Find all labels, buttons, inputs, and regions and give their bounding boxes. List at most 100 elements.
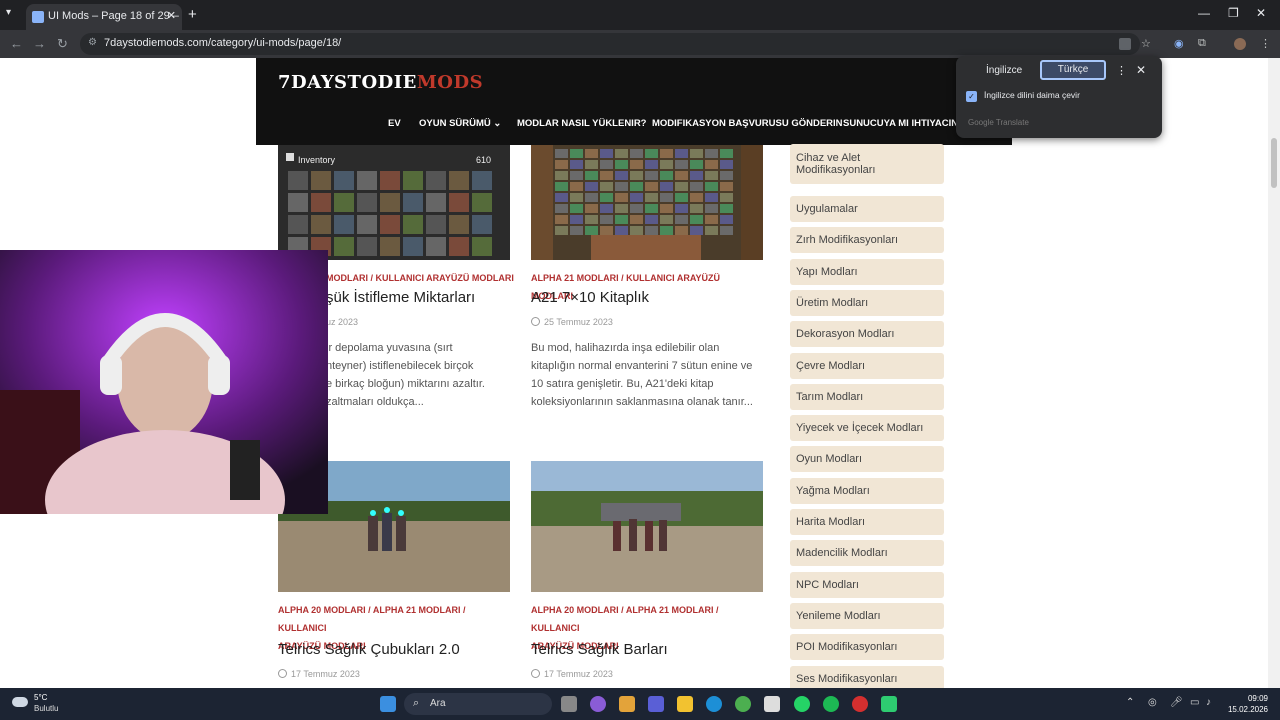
menu-icon[interactable]: ⋮ [1260,37,1271,50]
page-scrollbar[interactable] [1268,58,1280,688]
nav-home[interactable]: EV [388,118,401,129]
sidebar-category-item[interactable]: POI Modifikasyonları [790,634,944,661]
opera-icon[interactable] [852,696,868,712]
sidebar-category-item[interactable]: Yenileme Modları [790,602,944,629]
extensions-puzzle-icon[interactable]: ⧉ [1198,37,1206,50]
clock-icon [531,317,540,326]
profile-avatar[interactable] [1234,38,1246,50]
close-icon[interactable]: ✕ [1136,63,1146,77]
more-options-icon[interactable]: ⋮ [1116,64,1127,77]
network-icon[interactable]: ▭ [1190,697,1199,708]
site-logo[interactable]: 7DAYSTODIEMODS [278,72,483,93]
clock-icon [531,669,540,678]
store-icon[interactable] [764,696,780,712]
teams-icon[interactable] [648,696,664,712]
sidebar-category-item[interactable]: NPC Modları [790,571,944,598]
post-excerpt: ir depolama yuvasına (sırt nteyner) isti… [326,342,485,408]
sidebar-category-item[interactable]: Yiyecek ve İçecek Modları [790,415,944,442]
extension-icon[interactable]: ◉ [1174,37,1184,50]
omnibox[interactable]: ⚙ 7daystodiemods.com/category/ui-mods/pa… [80,33,1140,55]
taskbar-search[interactable]: ⌕ Ara [404,693,552,715]
nav-submit-mod[interactable]: MODIFIKASYON BAŞVURUSU GÖNDERIN [652,118,843,129]
sidebar-category-item[interactable]: Uygulamalar [790,196,944,222]
clock-icon [278,669,287,678]
minimize-icon[interactable]: — [1198,6,1210,20]
browser-tab[interactable]: UI Mods – Page 18 of 29 – 7 Da ✕ [26,4,182,30]
sidebar-category-item[interactable]: Dekorasyon Modları [790,321,944,348]
browser-tab-bar: ▾ UI Mods – Page 18 of 29 – 7 Da ✕ + — ❐… [0,0,1280,30]
post-date: 17 Temmuz 2023 [531,669,613,679]
inventory-image: Inventory 610 [278,145,510,260]
sidebar-category-item[interactable]: Tarım Modları [790,383,944,410]
post-categories[interactable]: MODLARI / KULLANICI ARAYÜZÜ MODLARI [326,269,516,287]
always-translate-checkbox[interactable]: ✓ [966,91,977,102]
bookcase-inventory-image [531,145,763,260]
sidebar-category-item[interactable]: Oyun Modları [790,446,944,473]
close-window-icon[interactable]: ✕ [1256,6,1266,20]
sidebar-category-item[interactable]: Ses Modifikasyonları [790,665,944,688]
windows-taskbar: 5°C Bulutlu ⌕ Ara ⌃ ◎ 🎤︎ ▭ ♪ 09:09 15.02… [0,688,1280,720]
svg-text:610: 610 [476,155,491,165]
spotify-icon[interactable] [823,696,839,712]
post-title[interactable]: şük İstifleme Miktarları [326,289,475,306]
copilot-icon[interactable] [619,696,635,712]
cloud-icon [12,697,28,707]
edge-icon[interactable] [706,696,722,712]
translate-popup: İngilizce Türkçe ⋮ ✕ ✓ İngilizce dilini … [956,56,1162,138]
address-toolbar: ← → ↻ ⚙ 7daystodiemods.com/category/ui-m… [0,30,1280,58]
sidebar-category-item[interactable]: Harita Modları [790,509,944,535]
favicon-icon [32,11,44,23]
post-title[interactable]: Telrics Sağlık Barları [531,641,668,658]
nav-server[interactable]: SUNUCUYA MI IHTIYACINIZ [843,118,967,129]
sidebar-category-item[interactable]: Yapı Modları [790,258,944,285]
webcam-overlay [0,250,328,514]
new-tab-button[interactable]: + [188,6,197,23]
post-date: 17 Temmuz 2023 [278,669,360,679]
nav-game-version[interactable]: OYUN SÜRÜMÜ ⌄ [419,118,501,129]
task-view-icon[interactable] [561,696,577,712]
restore-icon[interactable]: ❐ [1228,6,1239,20]
file-explorer-icon[interactable] [677,696,693,712]
app-icon[interactable] [590,696,606,712]
source-language-tab[interactable]: İngilizce [986,65,1022,76]
chevron-up-icon[interactable]: ⌃ [1126,697,1134,708]
tab-search-icon[interactable]: ▾ [6,7,20,21]
bookmark-star-icon[interactable]: ☆ [1141,37,1151,50]
post-title[interactable]: Telrics Sağlık Çubukları 2.0 [278,641,460,658]
forward-icon[interactable]: → [33,36,46,51]
volume-icon[interactable]: ♪ [1206,697,1211,708]
scrollbar-thumb[interactable] [1271,138,1277,188]
microphone-icon[interactable]: 🎤︎ [1170,697,1183,708]
close-tab-icon[interactable]: ✕ [167,9,176,22]
post-thumbnail[interactable] [531,461,763,592]
sidebar-category-item[interactable]: Yağma Modları [790,477,944,504]
url-text[interactable]: 7daystodiemods.com/category/ui-mods/page… [104,37,341,49]
post-excerpt: Bu mod, halihazırda inşa edilebilir olan… [531,342,753,408]
reload-icon[interactable]: ↻ [57,36,68,52]
nav-how-to-install[interactable]: MODLAR NASIL YÜKLENIR? [517,118,646,129]
target-language-tab[interactable]: Türkçe [1040,60,1106,80]
app-icon[interactable] [881,696,897,712]
start-icon[interactable] [380,696,396,712]
translate-icon[interactable] [1119,38,1131,50]
post-thumbnail[interactable]: Inventory 610 [278,145,510,260]
post-thumbnail[interactable] [531,145,763,260]
system-clock[interactable]: 09:09 15.02.2026 [1220,693,1268,715]
chevron-down-icon: ⌄ [493,118,502,129]
app-tray-icon[interactable]: ◎ [1148,697,1157,708]
site-header: 7DAYSTODIEMODS EV OYUN SÜRÜMÜ ⌄ MODLAR N… [256,58,1012,145]
back-icon[interactable]: ← [10,36,23,51]
sidebar-category-item[interactable]: Çevre Modları [790,352,944,379]
site-info-icon[interactable]: ⚙ [88,37,97,48]
post-title[interactable]: A21 7×10 Kitaplık [531,289,649,306]
svg-text:Inventory: Inventory [298,155,336,165]
sidebar-category-item[interactable]: Madencilik Modları [790,540,944,567]
whatsapp-icon[interactable] [794,696,810,712]
sidebar-category-item[interactable]: Üretim Modları [790,289,944,316]
google-translate-label: Google Translate [968,118,1029,127]
sidebar-category-item[interactable]: Cihaz ve Alet Modifikasyonları [790,144,944,184]
post-date: uz 2023 [326,317,359,327]
chrome-icon[interactable] [735,696,751,712]
search-icon: ⌕ [413,697,420,709]
sidebar-category-item[interactable]: Zırh Modifikasyonları [790,227,944,254]
